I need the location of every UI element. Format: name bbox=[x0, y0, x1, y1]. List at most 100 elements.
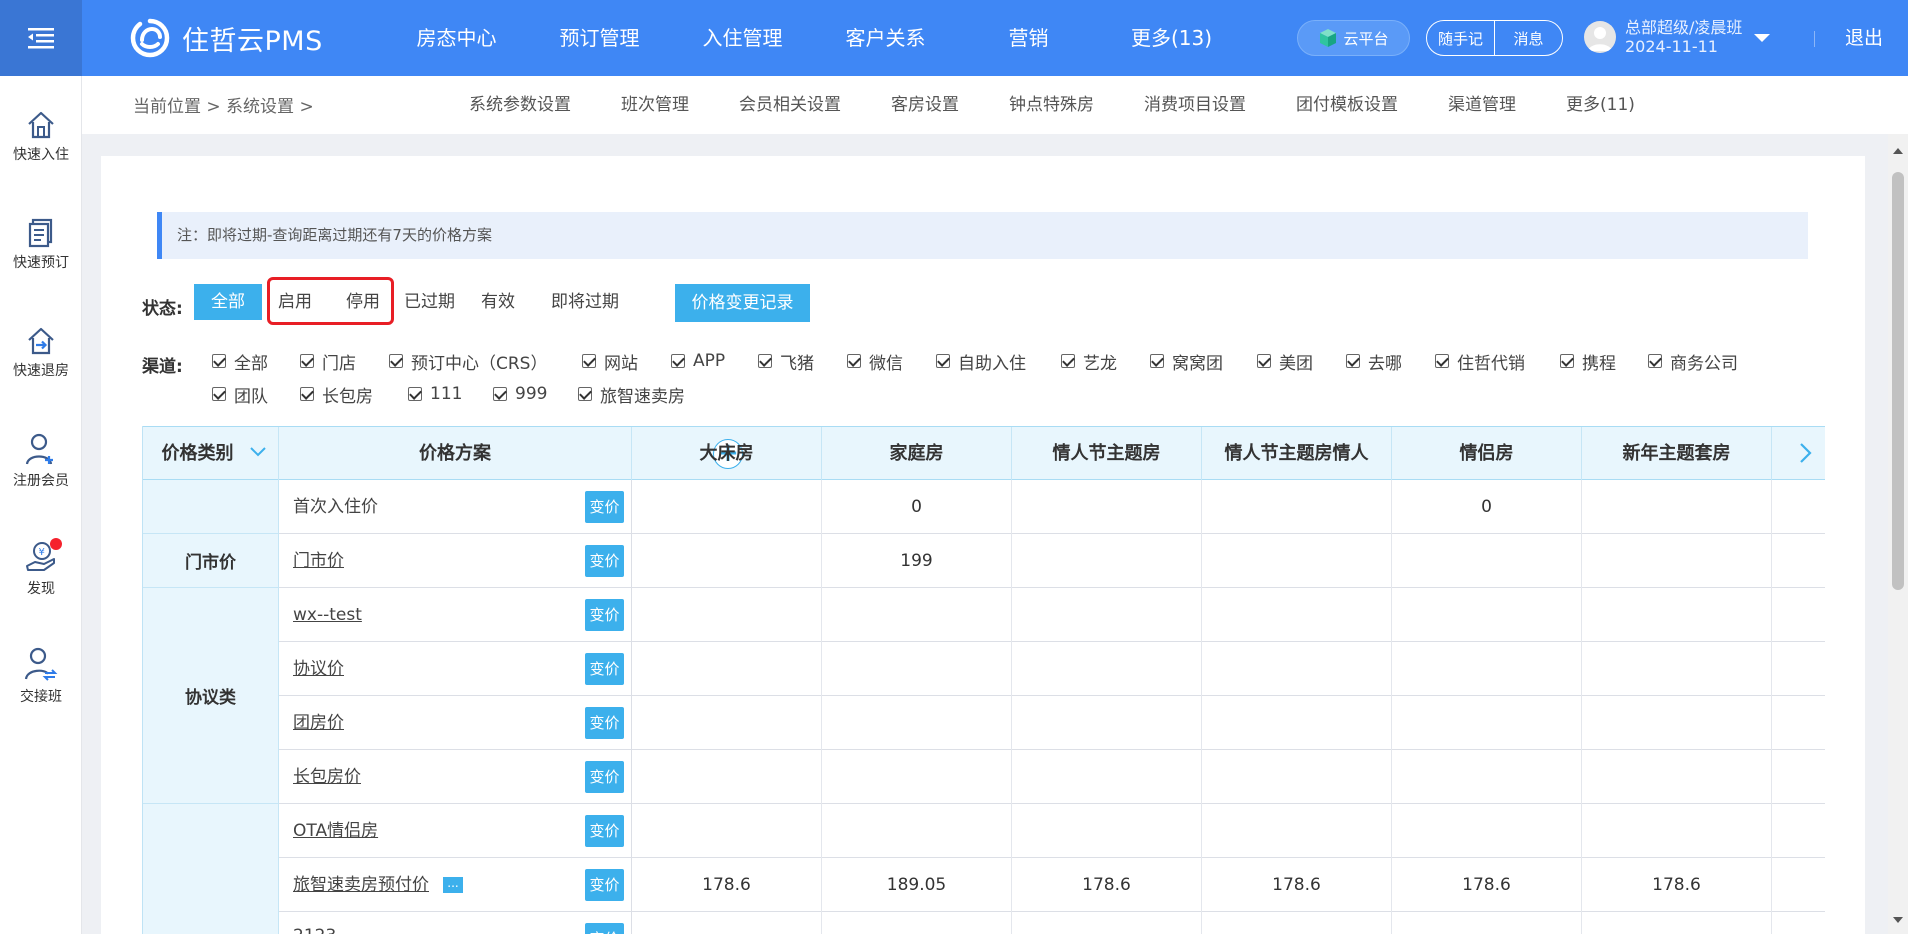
subnav-consumption-items[interactable]: 消费项目设置 bbox=[1144, 76, 1246, 134]
change-price-button[interactable]: 变价 bbox=[585, 761, 624, 793]
channel-checkbox[interactable]: 门店 bbox=[300, 350, 356, 374]
sidebar-item-shift-handover[interactable]: 交接班 bbox=[0, 646, 82, 706]
channel-checkbox[interactable]: 美团 bbox=[1257, 350, 1313, 374]
sidebar-item-quick-checkin[interactable]: 快速入住 bbox=[0, 110, 82, 164]
user-name: 总部超级/凌晨班 bbox=[1625, 18, 1743, 37]
chevron-right-icon[interactable] bbox=[1797, 441, 1815, 465]
cloud-platform-button[interactable]: 云平台 bbox=[1297, 20, 1410, 56]
sidebar-item-quick-booking[interactable]: 快速预订 bbox=[0, 218, 82, 272]
change-price-button[interactable]: 变价 bbox=[585, 599, 624, 631]
price-cell bbox=[632, 642, 822, 696]
more-tag[interactable]: ... bbox=[443, 877, 463, 893]
status-filter-expiring[interactable]: 即将过期 bbox=[551, 284, 619, 320]
scroll-down-icon[interactable] bbox=[1893, 917, 1903, 923]
sidebar-item-discover[interactable]: ¥ 发现 bbox=[0, 538, 82, 598]
menu-toggle-button[interactable] bbox=[0, 0, 82, 76]
vertical-scrollbar[interactable] bbox=[1888, 134, 1908, 934]
status-filter-expired[interactable]: 已过期 bbox=[404, 284, 455, 320]
nav-marketing[interactable]: 营销 bbox=[957, 0, 1100, 76]
change-price-button[interactable]: 变价 bbox=[585, 923, 624, 934]
plan-name-link[interactable]: 门市价 bbox=[293, 534, 344, 588]
checkbox-checked-icon bbox=[1346, 354, 1360, 368]
subnav-system-params[interactable]: 系统参数设置 bbox=[469, 76, 571, 134]
channel-checkbox[interactable]: 艺龙 bbox=[1061, 350, 1117, 374]
change-price-button[interactable]: 变价 bbox=[585, 545, 624, 577]
nav-reservation[interactable]: 预订管理 bbox=[528, 0, 671, 76]
channel-checkbox[interactable]: 999 bbox=[493, 383, 547, 405]
user-menu[interactable]: 总部超级/凌晨班 2024-11-11 bbox=[1584, 18, 1771, 56]
checkbox-checked-icon bbox=[758, 354, 772, 368]
channel-checkbox[interactable]: APP bbox=[671, 350, 725, 372]
change-price-button[interactable]: 变价 bbox=[585, 653, 624, 685]
price-cell bbox=[1202, 588, 1392, 642]
checkbox-checked-icon bbox=[212, 354, 226, 368]
channel-checkbox[interactable]: 全部 bbox=[212, 350, 268, 374]
price-cell bbox=[822, 588, 1012, 642]
price-cell bbox=[822, 750, 1012, 804]
sidebar-label: 快速退房 bbox=[13, 363, 69, 379]
nav-customer[interactable]: 客户关系 bbox=[814, 0, 957, 76]
channel-checkbox[interactable]: 长包房 bbox=[300, 383, 373, 407]
status-filter-all[interactable]: 全部 bbox=[194, 284, 262, 320]
price-cell: 178.6 bbox=[1202, 858, 1392, 912]
subnav-hourly-rooms[interactable]: 钟点特殊房 bbox=[1009, 76, 1094, 134]
channel-label: 渠道: bbox=[142, 357, 183, 377]
channel-checkbox[interactable]: 商务公司 bbox=[1648, 350, 1738, 374]
price-cell bbox=[1012, 912, 1202, 934]
channel-checkbox[interactable]: 飞猪 bbox=[758, 350, 814, 374]
subnav-channel-management[interactable]: 渠道管理 bbox=[1448, 76, 1516, 134]
header-category[interactable]: 价格类别 bbox=[143, 427, 279, 481]
nav-room-status[interactable]: 房态中心 bbox=[385, 0, 528, 76]
change-price-button[interactable]: 变价 bbox=[585, 815, 624, 847]
plan-name-link[interactable]: 旅智速卖房预付价 bbox=[293, 858, 429, 912]
price-cell bbox=[632, 804, 822, 858]
status-filter-valid[interactable]: 有效 bbox=[481, 284, 515, 320]
channel-checkbox[interactable]: 窝窝团 bbox=[1150, 350, 1223, 374]
channel-checkbox[interactable]: 网站 bbox=[582, 350, 638, 374]
channel-checkbox-label: 全部 bbox=[234, 353, 268, 374]
channel-checkbox[interactable]: 住哲代销 bbox=[1435, 350, 1525, 374]
channel-checkbox[interactable]: 自助入住 bbox=[936, 350, 1026, 374]
subnav-group-templates[interactable]: 团付模板设置 bbox=[1296, 76, 1398, 134]
plan-cell: OTA情侣房 变价 bbox=[279, 804, 632, 858]
nav-checkin[interactable]: 入住管理 bbox=[671, 0, 814, 76]
channel-checkbox[interactable]: 旅智速卖房 bbox=[578, 383, 685, 407]
subnav-room-settings[interactable]: 客房设置 bbox=[891, 76, 959, 134]
plan-name-link[interactable]: OTA情侣房 bbox=[293, 804, 378, 858]
sidebar-item-register-member[interactable]: 注册会员 bbox=[0, 432, 82, 490]
plan-name-link[interactable]: 协议价 bbox=[293, 642, 344, 696]
plan-cell: 2123 变价 bbox=[279, 912, 632, 934]
channel-checkbox[interactable]: 111 bbox=[408, 383, 462, 405]
user-date: 2024-11-11 bbox=[1625, 37, 1718, 56]
scroll-up-icon[interactable] bbox=[1893, 148, 1903, 154]
price-cell bbox=[1582, 912, 1772, 934]
header-room-type: 情人节主题房 bbox=[1012, 427, 1202, 481]
plan-name-link[interactable]: wx--test bbox=[293, 588, 362, 642]
subnav-shift-management[interactable]: 班次管理 bbox=[621, 76, 689, 134]
plan-name-link[interactable]: 长包房价 bbox=[293, 750, 361, 804]
change-price-button[interactable]: 变价 bbox=[585, 707, 624, 739]
app-logo[interactable]: 住哲云PMS bbox=[130, 18, 323, 58]
channel-checkbox-label: 自助入住 bbox=[958, 353, 1026, 374]
price-change-log-button[interactable]: 价格变更记录 bbox=[675, 284, 810, 322]
price-cell bbox=[1012, 588, 1202, 642]
channel-checkbox[interactable]: 去哪 bbox=[1346, 350, 1402, 374]
change-price-button[interactable]: 变价 bbox=[585, 491, 624, 523]
channel-checkbox[interactable]: 微信 bbox=[847, 350, 903, 374]
notes-button[interactable]: 随手记 bbox=[1427, 21, 1495, 55]
plan-cell: 团房价 变价 bbox=[279, 696, 632, 750]
subnav-more[interactable]: 更多(11) bbox=[1566, 76, 1635, 134]
price-cell bbox=[1582, 534, 1772, 588]
change-price-button[interactable]: 变价 bbox=[585, 869, 624, 901]
scrollbar-thumb[interactable] bbox=[1892, 172, 1904, 590]
price-cell bbox=[1582, 696, 1772, 750]
subnav-member-settings[interactable]: 会员相关设置 bbox=[739, 76, 841, 134]
logout-button[interactable]: 退出 bbox=[1845, 0, 1883, 76]
plan-name-link[interactable]: 团房价 bbox=[293, 696, 344, 750]
channel-checkbox[interactable]: 携程 bbox=[1560, 350, 1616, 374]
messages-button[interactable]: 消息 bbox=[1495, 21, 1562, 55]
channel-checkbox[interactable]: 团队 bbox=[212, 383, 268, 407]
nav-more[interactable]: 更多(13) bbox=[1100, 0, 1243, 76]
channel-checkbox[interactable]: 预订中心（CRS） bbox=[389, 350, 547, 374]
sidebar-item-quick-checkout[interactable]: 快速退房 bbox=[0, 326, 82, 380]
